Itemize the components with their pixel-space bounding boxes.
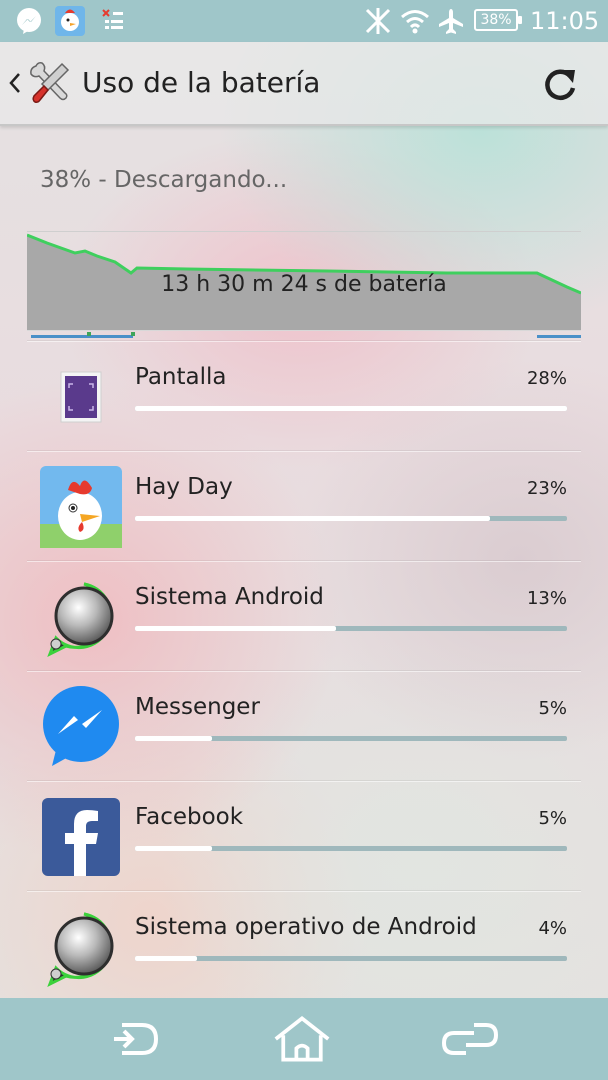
screen-icon [40,356,122,438]
usage-percent: 28% [526,368,567,389]
wifi-icon [399,6,431,36]
usage-bar [135,406,567,411]
app-name: Sistema Android [135,584,324,610]
nfc-off-icon [362,6,394,36]
usage-bar [135,956,567,961]
app-name: Sistema operativo de Android [135,914,477,940]
usage-list: Pantalla 28% Hay Day 23% Sistema Android… [27,341,581,1001]
messenger-icon [14,6,44,36]
usage-percent: 5% [538,698,567,719]
list-item[interactable]: Facebook 5% [27,781,581,891]
hay-day-icon [40,466,122,548]
battery-time-label: 13 h 30 m 24 s de batería [161,272,447,297]
app-name: Hay Day [135,474,233,500]
usage-percent: 23% [526,478,567,499]
graph-marker [87,332,91,336]
sync-off-icon [100,6,126,36]
messenger-icon [40,686,122,768]
page-title: Uso de la batería [82,66,321,99]
clock: 11:05 [530,7,600,35]
usage-bar [135,736,567,741]
list-item[interactable]: Messenger 5% [27,671,581,781]
android-os-icon [40,906,122,988]
usage-bar [135,626,567,631]
action-bar: Uso de la batería [0,42,608,126]
list-item[interactable]: Sistema operativo de Android 4% [27,891,581,1001]
usage-bar-fill [135,516,490,521]
usage-bar-fill [135,626,336,631]
refresh-icon[interactable] [540,64,580,104]
usage-bar-fill [135,956,197,961]
usage-bar-fill [135,736,213,741]
airplane-mode-icon [436,6,466,36]
navigation-bar [0,998,608,1080]
usage-percent: 5% [538,808,567,829]
usage-percent: 4% [538,918,567,939]
usage-bar-fill [135,406,567,411]
list-item[interactable]: Hay Day 23% [27,451,581,561]
graph-marker [131,332,135,336]
battery-indicator: 38% [474,9,522,31]
recent-apps-icon[interactable] [440,1012,500,1066]
back-icon[interactable] [104,1012,164,1066]
usage-percent: 13% [526,588,567,609]
list-item[interactable]: Pantalla 28% [27,341,581,451]
battery-status: 38% - Descargando... [40,167,288,193]
usage-bar [135,516,567,521]
app-name: Messenger [135,694,260,720]
status-bar: 38% 11:05 [0,0,608,42]
back-chevron-icon[interactable] [6,70,24,96]
usage-bar [135,846,567,851]
app-name: Facebook [135,804,244,830]
settings-tools-icon[interactable] [26,60,72,106]
graph-track-segment [537,335,581,338]
home-icon[interactable] [272,1012,332,1066]
graph-track-segment [31,335,133,338]
list-item[interactable]: Sistema Android 13% [27,561,581,671]
facebook-icon [40,796,122,878]
hay-day-icon [54,6,86,36]
usage-bar-fill [135,846,213,851]
android-system-icon [40,576,122,658]
app-name: Pantalla [135,364,227,390]
